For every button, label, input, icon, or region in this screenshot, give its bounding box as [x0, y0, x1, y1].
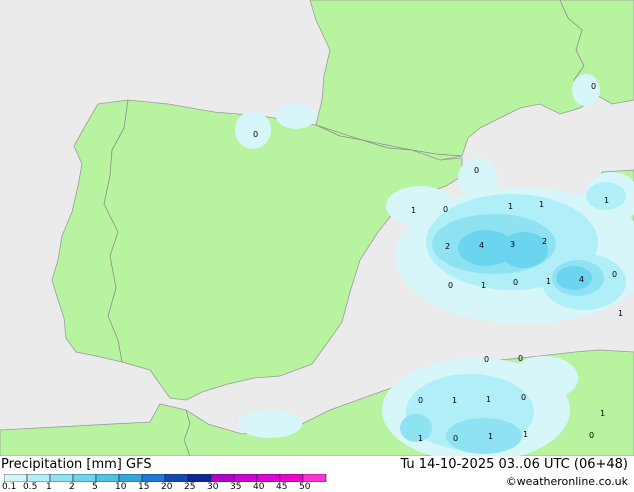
scale-tick-label: 10	[115, 482, 127, 492]
scale-tick-label: 0.1	[2, 482, 17, 492]
contour-label: 0	[443, 205, 448, 214]
contour-label: 1	[600, 409, 605, 418]
contour-label: 4	[579, 275, 584, 284]
contour-label: 0	[418, 396, 423, 405]
scale-swatch	[256, 474, 281, 482]
contour-label: 0	[474, 166, 479, 175]
scale-tick-label: 45	[276, 482, 288, 492]
scale-swatch	[233, 474, 258, 482]
scale-swatch	[302, 474, 327, 482]
scale-ticks: 0.1 0.5 1 2 5 10 15 20 25 30 35 40 45 50	[0, 483, 330, 492]
scale-tick-label: 0.5	[23, 482, 38, 492]
contour-label: 1	[604, 196, 609, 205]
map-title: Precipitation [mm] GFS	[1, 457, 152, 472]
scale-tick-label: 1	[46, 482, 52, 492]
contour-label: 0	[518, 354, 523, 363]
scale-tick-label: 20	[161, 482, 173, 492]
contour-label: 2	[445, 242, 450, 251]
contour-label: 0	[448, 281, 453, 290]
scale-tick-label: 25	[184, 482, 196, 492]
scale-tick-label: 35	[230, 482, 242, 492]
contour-label: 2	[542, 237, 547, 246]
contour-label: 0	[484, 355, 489, 364]
contour-label: 0	[453, 434, 458, 443]
scale-swatch	[164, 474, 189, 482]
scale-swatch	[26, 474, 51, 482]
scale-tick-label: 2	[69, 482, 75, 492]
scale-swatch	[49, 474, 74, 482]
scale-tick-label: 5	[92, 482, 98, 492]
contour-label: 0	[589, 431, 594, 440]
scale-swatch	[210, 474, 235, 482]
contour-label: 4	[479, 241, 484, 250]
contour-label: 1	[523, 430, 528, 439]
scale-swatch	[95, 474, 120, 482]
scale-swatch	[187, 474, 212, 482]
scale-swatch	[72, 474, 97, 482]
contour-label: 0	[521, 393, 526, 402]
scale-tick-label: 15	[138, 482, 150, 492]
contour-label: 1	[452, 396, 457, 405]
contour-label: 1	[481, 281, 486, 290]
contour-label: 1	[508, 202, 513, 211]
contour-label: 1	[546, 277, 551, 286]
precipitation-map: 0 0 0 1 0 1 1 2 4 3 2 0 1 0 1 4 0 1 0 0 …	[0, 0, 634, 456]
scale-swatch	[141, 474, 166, 482]
scale-swatch	[118, 474, 143, 482]
contour-label: 0	[513, 278, 518, 287]
scale-tick-label: 50	[299, 482, 311, 492]
contour-label: 0	[612, 270, 617, 279]
contour-label: 0	[253, 130, 258, 139]
contour-label: 1	[539, 200, 544, 209]
contour-label: 1	[486, 395, 491, 404]
legend-footer: Precipitation [mm] GFS Tu 14-10-2025 03.…	[0, 456, 634, 492]
scale-tick-label: 40	[253, 482, 265, 492]
scale-tick-label: 30	[207, 482, 219, 492]
contour-label: 1	[411, 206, 416, 215]
contour-label: 1	[488, 432, 493, 441]
contour-label: 3	[510, 240, 515, 249]
valid-time: Tu 14-10-2025 03..06 UTC (06+48)	[400, 457, 628, 472]
contour-label: 1	[618, 309, 623, 318]
scale-swatch	[279, 474, 304, 482]
contour-label: 0	[591, 82, 596, 91]
scale-swatch	[4, 474, 28, 482]
contour-label: 1	[418, 434, 423, 443]
credit: ©weatheronline.co.uk	[505, 475, 628, 488]
color-scale	[4, 474, 327, 482]
